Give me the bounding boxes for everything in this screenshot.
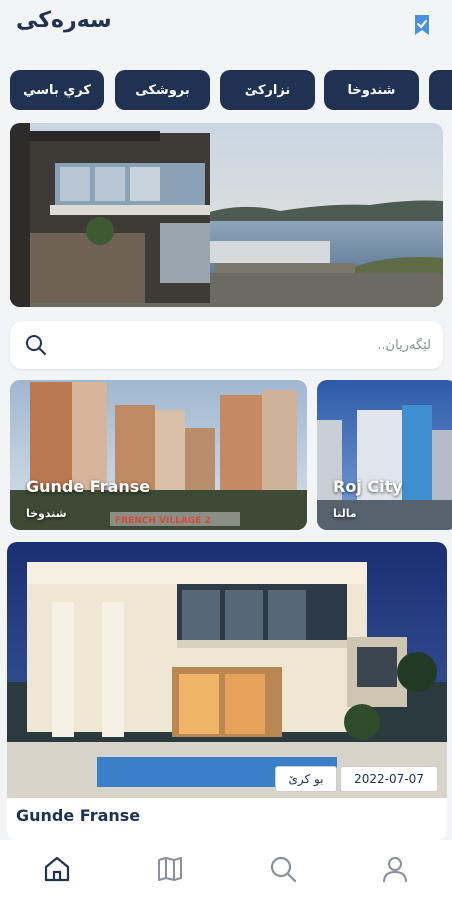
tab-home[interactable] bbox=[40, 852, 74, 886]
hero-image bbox=[10, 123, 443, 307]
home-icon bbox=[44, 856, 70, 882]
hero-banner[interactable] bbox=[10, 123, 443, 307]
app-header: سەرەکی bbox=[0, 0, 452, 52]
tab-map[interactable] bbox=[153, 852, 187, 886]
listing-type-tag: بو كرێ bbox=[275, 766, 337, 792]
tab-search[interactable] bbox=[266, 852, 300, 886]
listing-title: Gunde Franse bbox=[16, 806, 141, 825]
category-chip-partial[interactable] bbox=[429, 70, 452, 110]
category-chip[interactable]: نزاركێ bbox=[220, 70, 315, 110]
tab-profile[interactable] bbox=[378, 852, 412, 886]
page-title: سەرەکی bbox=[16, 8, 112, 33]
search-bar[interactable] bbox=[10, 321, 443, 369]
category-chip[interactable]: كري باسي bbox=[10, 70, 104, 110]
bookmark-icon[interactable] bbox=[412, 14, 432, 36]
map-icon bbox=[158, 857, 182, 881]
project-location: شندوخا bbox=[26, 507, 67, 520]
project-card[interactable]: FRENCH VILLAGE 2 Gunde Franse شندوخا bbox=[10, 380, 307, 530]
project-card[interactable]: Roj City مالتا bbox=[317, 380, 452, 530]
category-chip[interactable]: شندوخا bbox=[324, 70, 419, 110]
category-chip[interactable]: بروشكى bbox=[115, 70, 210, 110]
search-input[interactable] bbox=[71, 331, 431, 359]
listing-image bbox=[7, 542, 447, 798]
project-name: Roj City bbox=[333, 477, 403, 496]
project-name: Gunde Franse bbox=[26, 477, 151, 496]
search-icon bbox=[270, 856, 297, 883]
search-icon[interactable] bbox=[24, 333, 48, 357]
project-location: مالتا bbox=[333, 507, 357, 520]
profile-icon bbox=[383, 857, 407, 883]
category-chips: كري باسي بروشكى نزاركێ شندوخا bbox=[0, 70, 452, 110]
project-sign: FRENCH VILLAGE 2 bbox=[115, 516, 211, 526]
projects-carousel: FRENCH VILLAGE 2 Gunde Franse شندوخا Roj… bbox=[0, 380, 452, 530]
listing-date-tag: 2022-07-07 bbox=[340, 766, 438, 792]
bottom-tab-bar bbox=[0, 840, 452, 900]
listing-card[interactable]: بو كرێ 2022-07-07 Gunde Franse bbox=[7, 542, 447, 840]
